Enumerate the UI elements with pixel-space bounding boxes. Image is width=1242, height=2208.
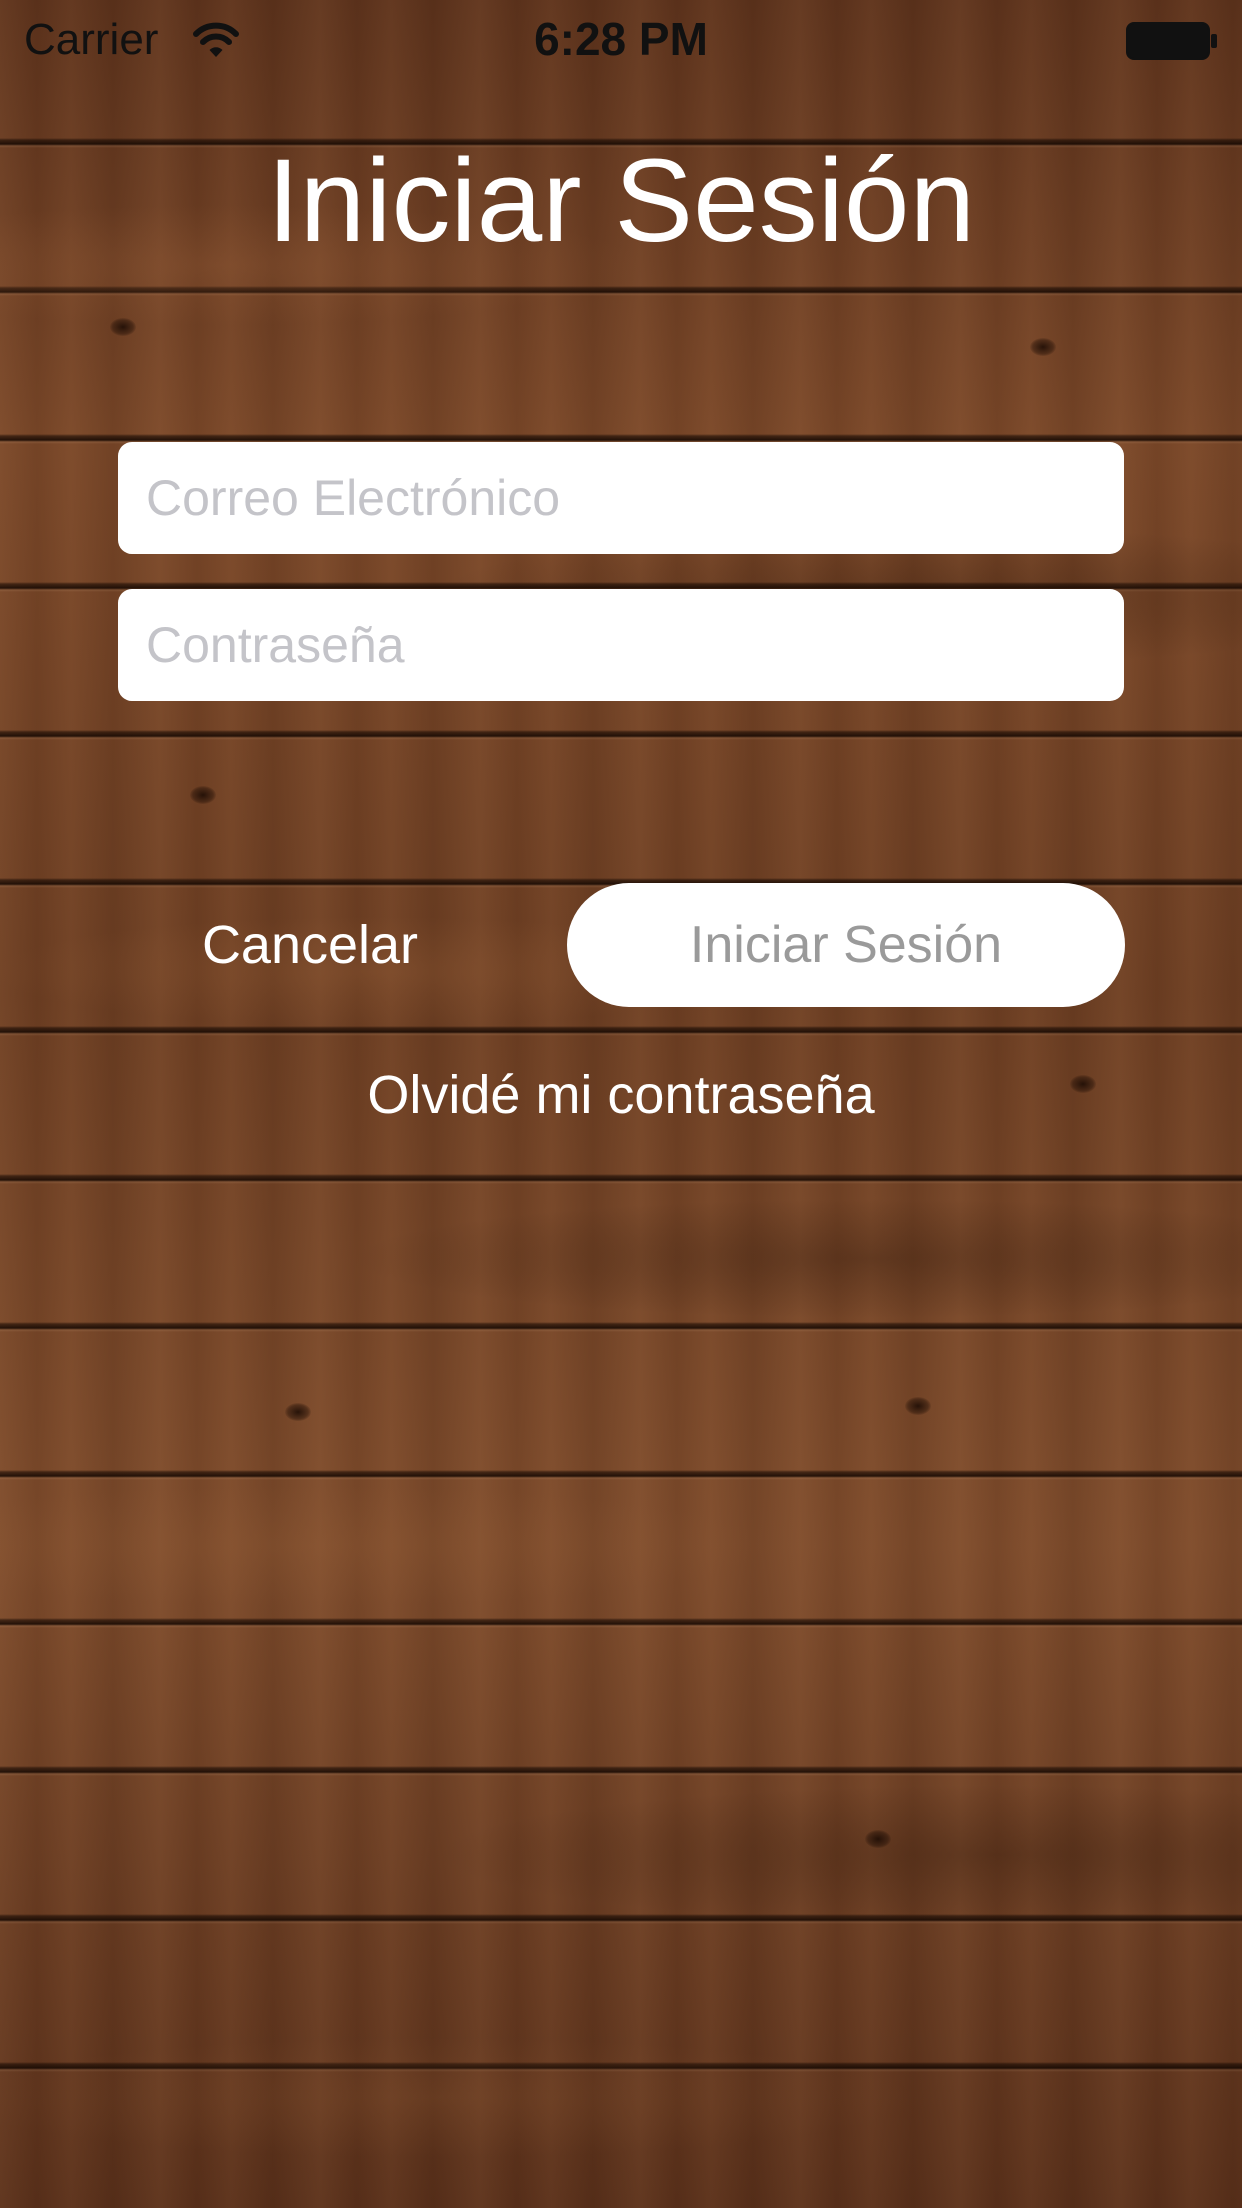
password-input[interactable] [144,615,1124,675]
status-bar: Carrier 6:28 PM [0,0,1242,80]
password-field[interactable] [118,589,1124,701]
status-time: 6:28 PM [534,13,708,65]
wood-knot [1030,338,1056,356]
battery-icon [1126,22,1218,60]
page-title: Iniciar Sesión [266,135,976,267]
wood-knot [285,1403,311,1421]
wood-knot [190,786,216,804]
login-button[interactable]: Iniciar Sesión [567,883,1125,1007]
login-screen: Carrier 6:28 PM Iniciar Sesión Cancelar … [0,0,1242,2208]
email-field[interactable] [118,442,1124,554]
cancel-button[interactable]: Cancelar [150,905,470,985]
forgot-password-link[interactable]: Olvidé mi contraseña [0,1060,1242,1130]
wood-knot [110,318,136,336]
wood-knot [865,1830,891,1848]
email-input[interactable] [144,468,1124,528]
wood-knot [905,1397,931,1415]
